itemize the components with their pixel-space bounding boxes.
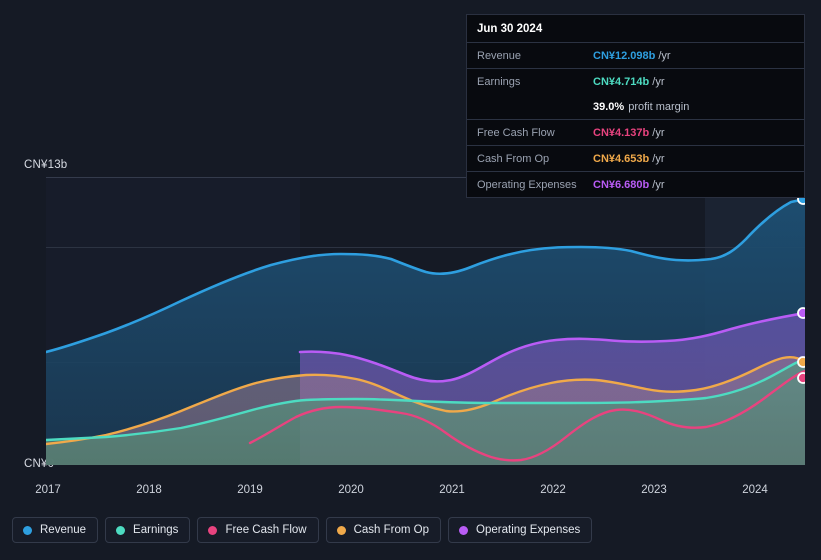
x-axis-ticks: 2017 2018 2019 2020 2021 2022 2023 2024 bbox=[0, 484, 821, 500]
legend-label-free-cash-flow: Free Cash Flow bbox=[225, 524, 307, 536]
legend-item-operating-expenses[interactable]: Operating Expenses bbox=[448, 517, 593, 543]
tooltip-label-cash-from-op: Cash From Op bbox=[477, 152, 550, 165]
tooltip-date: Jun 30 2024 bbox=[477, 23, 543, 35]
tooltip-row-earnings: Earnings CN¥4.714b /yr bbox=[467, 68, 804, 94]
tooltip-value-cash-from-op: CN¥4.653b bbox=[593, 152, 650, 165]
cfo-endpoint-marker[interactable] bbox=[797, 356, 805, 368]
legend-item-earnings[interactable]: Earnings bbox=[105, 517, 191, 543]
tooltip-unit-operating-expenses: /yr bbox=[652, 178, 665, 191]
tooltip-row-operating-expenses: Operating Expenses CN¥6.680b /yr bbox=[467, 171, 804, 197]
tooltip-value-operating-expenses: CN¥6.680b bbox=[593, 178, 650, 191]
legend-label-earnings: Earnings bbox=[133, 524, 179, 536]
y-axis-top-label: CN¥13b bbox=[24, 159, 68, 171]
operating-expenses-color-dot-icon bbox=[459, 525, 469, 535]
tooltip-unit-cash-from-op: /yr bbox=[652, 152, 665, 165]
fcf-endpoint-marker[interactable] bbox=[797, 372, 805, 384]
tooltip-label-revenue: Revenue bbox=[477, 49, 522, 62]
x-tick-2023: 2023 bbox=[641, 484, 667, 496]
chart-plot-area[interactable] bbox=[46, 177, 805, 465]
tooltip-label-free-cash-flow: Free Cash Flow bbox=[477, 126, 555, 139]
tooltip-value-earnings: CN¥4.714b bbox=[593, 75, 650, 88]
tooltip-unit-profit-margin: profit margin bbox=[628, 100, 690, 113]
tooltip-label-operating-expenses: Operating Expenses bbox=[477, 178, 577, 191]
financial-chart-screenshot: CN¥13b CN¥0 2017 2018 2019 2020 2021 202… bbox=[0, 0, 821, 560]
x-tick-2020: 2020 bbox=[338, 484, 364, 496]
x-tick-2021: 2021 bbox=[439, 484, 465, 496]
tooltip-value-free-cash-flow: CN¥4.137b bbox=[593, 126, 650, 139]
cash-from-op-color-dot-icon bbox=[336, 525, 346, 535]
tooltip-unit-earnings: /yr bbox=[652, 75, 665, 88]
x-tick-2018: 2018 bbox=[136, 484, 162, 496]
tooltip-row-revenue: Revenue CN¥12.098b /yr bbox=[467, 42, 804, 68]
revenue-color-dot-icon bbox=[23, 525, 32, 535]
tooltip-row-free-cash-flow: Free Cash Flow CN¥4.137b /yr bbox=[467, 119, 804, 145]
legend-label-cash-from-op: Cash From Op bbox=[353, 524, 430, 536]
tooltip-value-profit-margin: 39.0% bbox=[593, 100, 625, 113]
x-tick-2017: 2017 bbox=[35, 484, 61, 496]
tooltip-unit-revenue: /yr bbox=[658, 49, 671, 62]
x-tick-2022: 2022 bbox=[540, 484, 566, 496]
opex-endpoint-marker[interactable] bbox=[797, 307, 805, 319]
x-tick-2024: 2024 bbox=[742, 484, 768, 496]
legend-item-cash-from-op[interactable]: Cash From Op bbox=[325, 517, 442, 543]
legend-label-revenue: Revenue bbox=[40, 524, 87, 536]
legend-label-operating-expenses: Operating Expenses bbox=[476, 524, 581, 536]
tooltip-row-profit-margin: 39.0% profit margin bbox=[467, 94, 804, 119]
legend-item-revenue[interactable]: Revenue bbox=[12, 517, 99, 543]
tooltip-unit-free-cash-flow: /yr bbox=[652, 126, 665, 139]
legend-item-free-cash-flow[interactable]: Free Cash Flow bbox=[197, 517, 319, 543]
tooltip-row-cash-from-op: Cash From Op CN¥4.653b /yr bbox=[467, 145, 804, 171]
chart-tooltip: Jun 30 2024 Revenue CN¥12.098b /yr Earni… bbox=[466, 14, 805, 198]
earnings-color-dot-icon bbox=[116, 525, 126, 535]
chart-legend: Revenue Earnings Free Cash Flow Cash Fro… bbox=[12, 517, 593, 543]
x-tick-2019: 2019 bbox=[237, 484, 263, 496]
chart-svg bbox=[46, 177, 805, 465]
free-cash-flow-color-dot-icon bbox=[208, 525, 218, 535]
tooltip-value-revenue: CN¥12.098b bbox=[593, 49, 656, 62]
tooltip-label-earnings: Earnings bbox=[477, 75, 521, 88]
